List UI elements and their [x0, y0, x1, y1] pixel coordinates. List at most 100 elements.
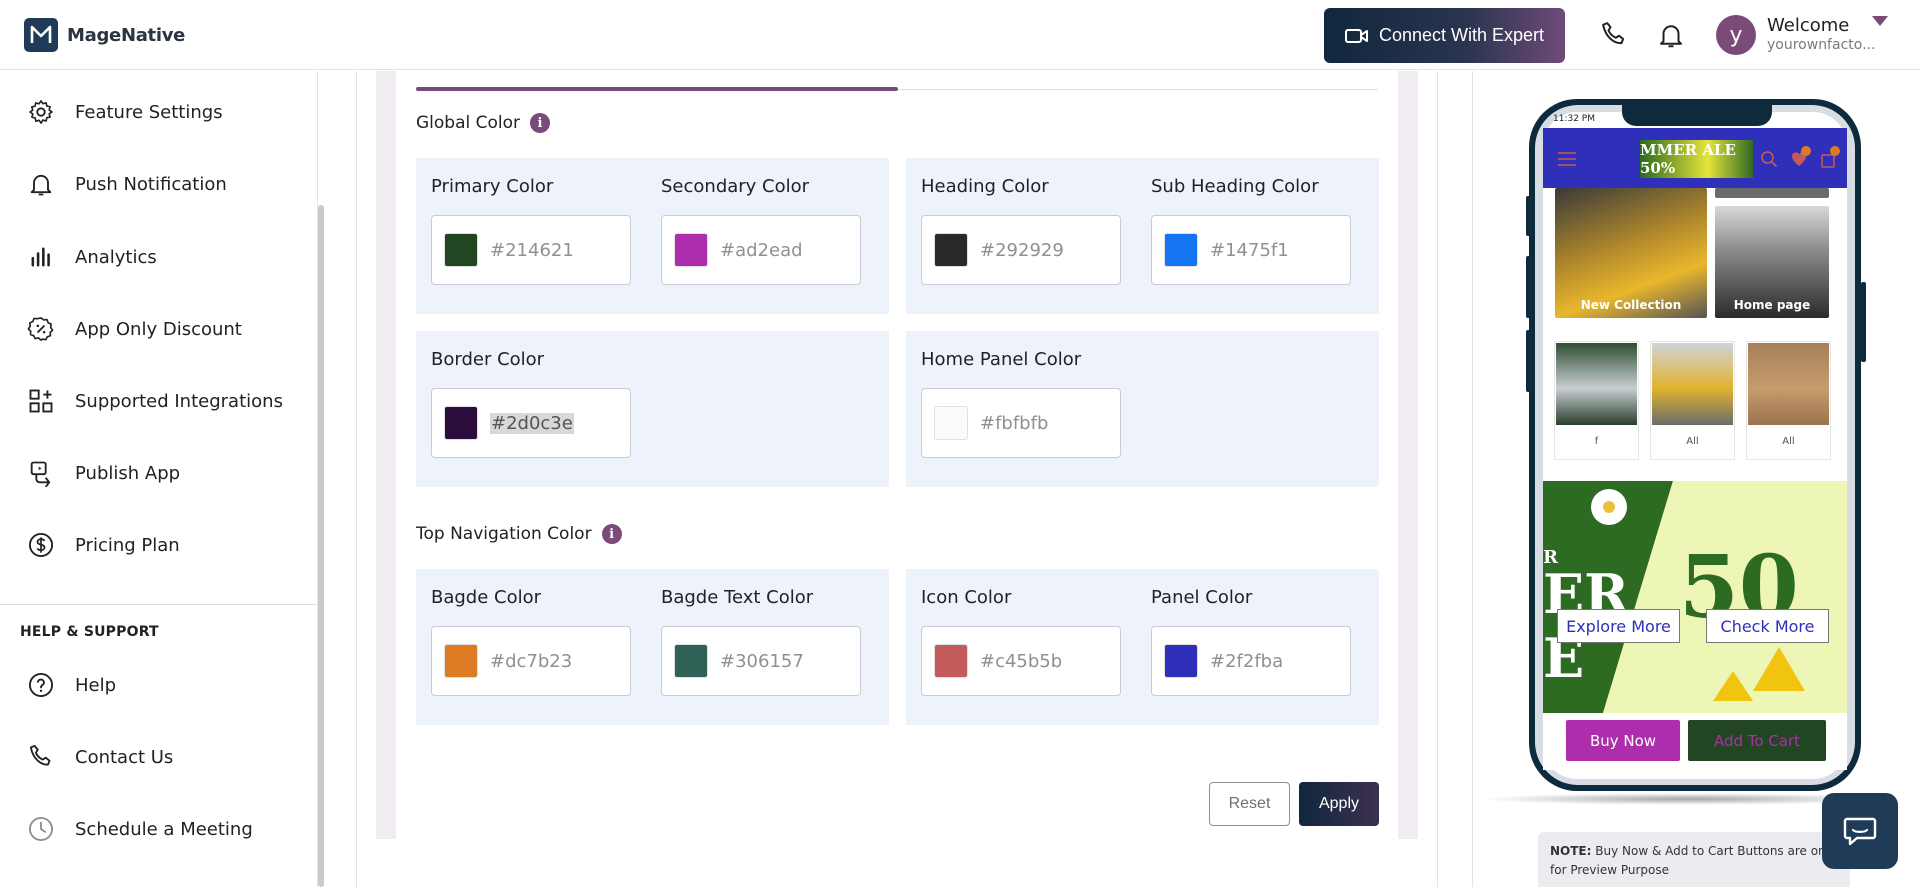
note-label: NOTE: — [1550, 844, 1592, 858]
sidebar-item-pricing-plan[interactable]: Pricing Plan — [0, 517, 318, 573]
bell-icon[interactable] — [1653, 17, 1689, 53]
icon-color-label: Icon Color — [921, 587, 1012, 608]
sidebar-item-label: Push Notification — [75, 173, 227, 195]
phone-icon[interactable] — [1596, 17, 1632, 53]
secondary-color-input[interactable]: #ad2ead — [661, 215, 861, 285]
connect-with-expert-label: Connect With Expert — [1378, 25, 1545, 45]
sidebar-item-label: Supported Integrations — [75, 390, 283, 412]
border-color-swatch[interactable] — [444, 406, 478, 440]
chat-bubble-icon — [1843, 817, 1877, 846]
home-panel-color-input[interactable]: #fbfbfb — [921, 388, 1121, 458]
promo-graphic: R ER E 50 — [1543, 481, 1847, 713]
explore-more-button[interactable]: Explore More — [1557, 609, 1680, 643]
sidebar-item-label: Feature Settings — [75, 101, 223, 123]
tile-strip — [1715, 188, 1829, 198]
sidebar-item-supported-integrations[interactable]: Supported Integrations — [0, 373, 318, 429]
reset-button[interactable]: Reset — [1209, 782, 1290, 826]
sidebar: Feature Settings Push Notification Analy… — [0, 71, 318, 887]
search-icon[interactable] — [1760, 150, 1778, 168]
category-card[interactable]: All — [1746, 341, 1831, 460]
buy-now-button[interactable]: Buy Now — [1566, 720, 1680, 761]
discount-icon — [27, 317, 54, 341]
sidebar-item-label: Help — [75, 674, 117, 696]
new-collection-tile[interactable]: New Collection — [1555, 188, 1707, 318]
sidebar-item-label: Analytics — [75, 246, 157, 268]
check-more-button[interactable]: Check More — [1706, 609, 1829, 643]
heading-color-value: #292929 — [980, 239, 1064, 261]
chat-support-button[interactable] — [1822, 793, 1898, 869]
apply-button[interactable]: Apply — [1299, 782, 1379, 826]
preview-status-time: 11:32 PM — [1553, 114, 1595, 124]
sidebar-item-push-notification[interactable]: Push Notification — [0, 156, 318, 212]
sidebar-item-label: Schedule a Meeting — [75, 818, 253, 840]
info-icon[interactable]: i — [530, 113, 551, 133]
sub-heading-color-input[interactable]: #1475f1 — [1151, 215, 1351, 285]
heading-color-swatch[interactable] — [934, 233, 968, 267]
badge-text-color-value: #306157 — [720, 650, 804, 672]
badge-text-color-label: Bagde Text Color — [661, 587, 814, 608]
heading-color-input[interactable]: #292929 — [921, 215, 1121, 285]
new-collection-caption: New Collection — [1580, 298, 1682, 312]
gear-icon — [29, 100, 53, 124]
sub-heading-color-value: #1475f1 — [1210, 239, 1289, 261]
secondary-color-swatch[interactable] — [674, 233, 708, 267]
sidebar-item-label: Pricing Plan — [75, 534, 180, 556]
connect-with-expert-button[interactable]: Connect With Expert — [1324, 8, 1565, 63]
sidebar-scrollbar[interactable] — [318, 205, 324, 887]
panel-color-swatch[interactable] — [1164, 644, 1198, 678]
global-color-heading: Global Color i — [416, 113, 551, 133]
primary-color-swatch[interactable] — [444, 233, 478, 267]
icon-color-value: #c45b5b — [980, 650, 1063, 672]
home-panel-color-label: Home Panel Color — [921, 349, 1082, 370]
help-support-heading: HELP & SUPPORT — [20, 624, 159, 640]
tab-active-indicator[interactable] — [416, 87, 898, 91]
category-image — [1652, 343, 1733, 425]
category-card[interactable]: f — [1554, 341, 1639, 460]
sidebar-item-analytics[interactable]: Analytics — [0, 229, 318, 285]
icon-color-input[interactable]: #c45b5b — [921, 626, 1121, 696]
hamburger-menu-icon[interactable] — [1557, 152, 1577, 166]
phone-icon — [29, 744, 51, 766]
category-caption: f — [1594, 436, 1599, 447]
sidebar-item-contact-us[interactable]: Contact Us — [0, 729, 318, 785]
add-to-cart-button[interactable]: Add To Cart — [1688, 720, 1826, 761]
preview-note: NOTE: Buy Now & Add to Cart Buttons are … — [1538, 832, 1850, 887]
video-camera-icon — [1344, 28, 1368, 43]
primary-color-label: Primary Color — [431, 176, 554, 197]
global-color-title: Global Color — [416, 113, 521, 133]
heading-color-label: Heading Color — [921, 176, 1049, 197]
clock-icon — [28, 816, 54, 842]
home-panel-color-swatch[interactable] — [934, 406, 968, 440]
welcome-text: Welcome — [1767, 15, 1850, 36]
sidebar-item-schedule-meeting[interactable]: Schedule a Meeting — [0, 801, 318, 857]
border-color-input[interactable]: #2d0c3e — [431, 388, 631, 458]
question-icon — [28, 672, 54, 698]
brand-logo[interactable]: MageNative — [24, 18, 185, 52]
panel-color-input[interactable]: #2f2fba — [1151, 626, 1351, 696]
preview-header-banner: MMER ALE 50% — [1640, 140, 1753, 178]
primary-color-input[interactable]: #214621 — [431, 215, 631, 285]
badge-text-color-swatch[interactable] — [674, 644, 708, 678]
home-page-tile[interactable]: Home page — [1715, 206, 1829, 318]
store-name: yourownfacto... — [1767, 37, 1876, 53]
sidebar-item-app-only-discount[interactable]: App Only Discount — [0, 301, 318, 357]
sidebar-item-label: Publish App — [75, 462, 181, 484]
info-icon[interactable]: i — [601, 524, 622, 544]
account-dropdown-caret-icon[interactable] — [1872, 16, 1888, 26]
sidebar-item-publish-app[interactable]: Publish App — [0, 445, 318, 501]
category-card[interactable]: All — [1650, 341, 1735, 460]
sub-heading-color-label: Sub Heading Color — [1151, 176, 1319, 197]
user-avatar[interactable]: y — [1716, 15, 1756, 55]
badge-text-color-input[interactable]: #306157 — [661, 626, 861, 696]
category-caption: All — [1686, 436, 1699, 447]
badge-color-swatch[interactable] — [444, 644, 478, 678]
badge-color-input[interactable]: #dc7b23 — [431, 626, 631, 696]
brand-name: MageNative — [67, 24, 186, 46]
sub-heading-color-swatch[interactable] — [1164, 233, 1198, 267]
home-page-caption: Home page — [1733, 298, 1811, 312]
icon-color-swatch[interactable] — [934, 644, 968, 678]
bell-icon — [30, 174, 52, 196]
category-image — [1748, 343, 1829, 425]
sidebar-item-help[interactable]: Help — [0, 657, 318, 713]
sidebar-item-feature-settings[interactable]: Feature Settings — [0, 84, 318, 140]
